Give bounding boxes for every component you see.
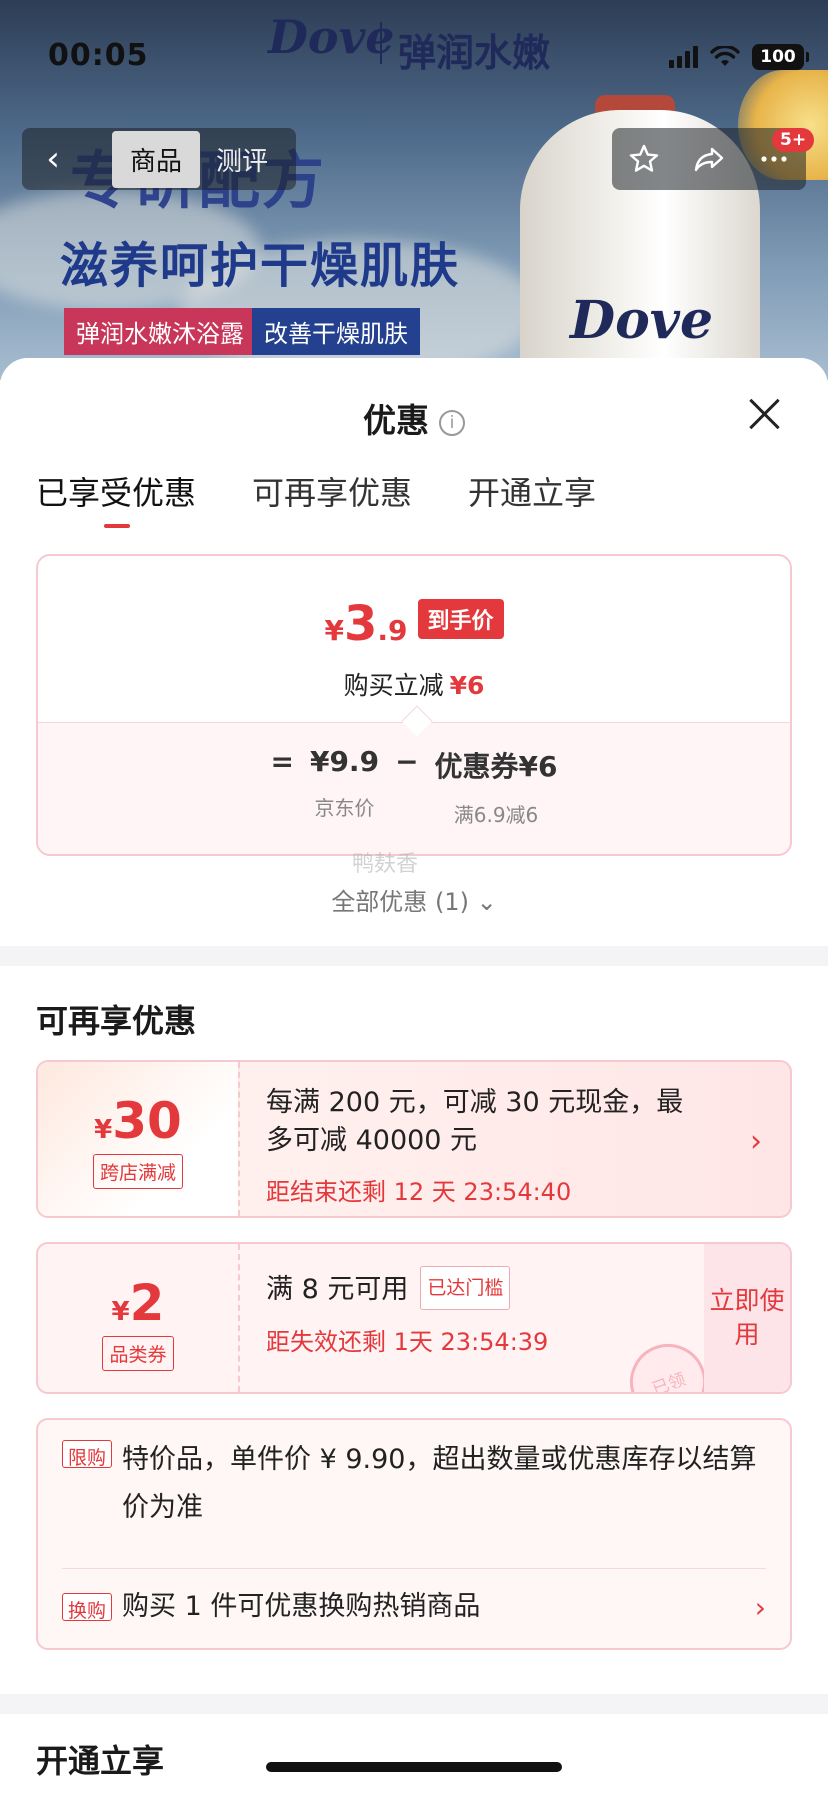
trade-in-text: 购买 1 件可优惠换购热销商品 <box>122 1591 481 1622</box>
coupon-value: ¥2 品类券 <box>38 1244 240 1392</box>
tab-review[interactable]: 测评 <box>200 131 284 188</box>
tab-membership-offers[interactable]: 开通立享 <box>468 468 596 514</box>
trade-in-tag: 换购 <box>62 1593 113 1622</box>
sheet-title: 优惠 i <box>0 394 828 442</box>
more-offers-title: 可再享优惠 <box>36 1002 197 1040</box>
coupon-description: 满 8 元可用 <box>266 1274 409 1305</box>
trade-in-row[interactable]: 换购 购买 1 件可优惠换购热销商品 › <box>62 1568 766 1631</box>
ad-tag: 改善干燥肌肤 <box>252 308 420 355</box>
signal-icon <box>669 46 698 68</box>
bottle-logo: Dove <box>570 290 714 351</box>
brand-divider <box>380 22 382 64</box>
price-formula: = ¥9.9 京东价 − 优惠券¥6 满6.9减6 <box>38 745 790 828</box>
battery-icon: 100 <box>752 44 809 70</box>
jd-price-label: 京东价 <box>314 796 375 820</box>
final-price: ¥3.9 到手价 <box>38 596 790 652</box>
limit-row: 限购 特价品，单件价 ¥ 9.90，超出数量或优惠库存以结算价为准 <box>62 1436 766 1532</box>
coupon-currency: ¥ <box>94 1115 113 1145</box>
coupon-type-tag: 品类券 <box>102 1336 174 1371</box>
membership-offers-title: 开通立享 <box>36 1742 165 1780</box>
membership-offers-section: 开通立享 <box>0 1714 828 1793</box>
offers-sheet: 优惠 i 已享受优惠 可再享优惠 开通立享 ¥3.9 到手价 购买立减 ¥6 = ¥9… <box>0 358 828 1793</box>
more-offers-section: 可再享优惠 ¥30 跨店满减 每满 200 元，可减 30 元现金，最多可减 4… <box>0 966 828 1694</box>
coupon-value: ¥30 跨店满减 <box>38 1062 240 1216</box>
ad-tag: 弹润水嫩沐浴露 <box>64 308 256 355</box>
chevron-down-icon: ⌄ <box>476 888 497 916</box>
category-coupon: ¥2 品类券 满 8 元可用 已达门槛 距失效还剩 1天 23:54:39 已领 … <box>36 1242 792 1394</box>
minus-sign: − <box>395 745 419 778</box>
coupon-details: 每满 200 元，可减 30 元现金，最多可减 40000 元 距结束还剩 12… <box>266 1084 710 1207</box>
favorite-star-icon[interactable] <box>627 142 661 176</box>
watermark: 鸭麸香 <box>352 852 419 877</box>
price-breakdown: = ¥9.9 京东价 − 优惠券¥6 满6.9减6 <box>38 722 790 854</box>
status-time: 00:05 <box>48 38 149 73</box>
coupon-amount: 2 <box>129 1274 165 1332</box>
coupon-amount: 优惠券¥6 <box>434 750 558 783</box>
wifi-icon <box>710 44 740 68</box>
close-button[interactable] <box>744 394 784 434</box>
ad-tagline: 滋养呵护干燥肌肤 <box>60 238 461 294</box>
limit-text: 特价品，单件价 ¥ 9.90，超出数量或优惠库存以结算价为准 <box>122 1444 757 1523</box>
coupon-details: 满 8 元可用 已达门槛 距失效还剩 1天 23:54:39 <box>266 1266 710 1357</box>
jd-price: ¥9.9 <box>309 745 380 778</box>
chevron-right-icon: › <box>754 1590 766 1624</box>
status-icons: 100 <box>669 44 809 70</box>
jd-price-col: ¥9.9 京东价 <box>310 745 379 821</box>
limit-tag: 限购 <box>62 1440 113 1469</box>
brand-logo: Dove <box>268 10 395 64</box>
coupon-currency: ¥ <box>111 1297 130 1327</box>
saving-label: 购买立减 <box>343 671 444 700</box>
final-price-badge: 到手价 <box>417 599 504 639</box>
cross-store-coupon[interactable]: ¥30 跨店满减 每满 200 元，可减 30 元现金，最多可减 40000 元… <box>36 1060 792 1218</box>
back-icon[interactable]: ‹ <box>22 128 84 190</box>
offer-tabs: 已享受优惠 可再享优惠 开通立享 <box>36 468 596 528</box>
info-icon[interactable]: i <box>439 410 465 436</box>
final-price-card: ¥3.9 到手价 购买立减 ¥6 = ¥9.9 京东价 − 优惠券¥6 满6.9减6 <box>36 554 792 856</box>
chevron-right-icon: › <box>750 1124 762 1159</box>
currency-symbol: ¥ <box>324 614 344 647</box>
tab-product[interactable]: 商品 <box>112 130 201 188</box>
purchase-limits-card: 限购 特价品，单件价 ¥ 9.90，超出数量或优惠库存以结算价为准 换购 购买 … <box>36 1418 792 1650</box>
message-badge: 5+ <box>772 128 815 152</box>
coupon-rule: 满6.9减6 <box>453 803 539 827</box>
all-offers-toggle[interactable]: 全部优惠 (1) ⌄ <box>0 882 828 917</box>
home-indicator[interactable] <box>266 1762 562 1772</box>
coupon-col: 优惠券¥6 满6.9减6 <box>435 745 558 828</box>
use-now-button[interactable]: 立即使用 <box>704 1244 790 1392</box>
saving-value: ¥6 <box>449 671 485 700</box>
coupon-amount: 30 <box>112 1092 182 1150</box>
current-offers-panel: 优惠 i 已享受优惠 可再享优惠 开通立享 ¥3.9 到手价 购买立减 ¥6 = ¥9… <box>0 358 828 946</box>
all-offers-label: 全部优惠 (1) <box>331 888 469 916</box>
brand-subtitle: 弹润水嫩 <box>398 31 551 75</box>
coupon-countdown: 距结束还剩 12 天 23:54:40 <box>266 1178 572 1206</box>
equals-sign: = <box>270 745 294 778</box>
price-integer: 3 <box>343 596 378 652</box>
coupon-type-tag: 跨店满减 <box>92 1154 183 1189</box>
tab-more-offers[interactable]: 可再享优惠 <box>252 468 412 514</box>
sheet-title-text: 优惠 <box>363 401 429 440</box>
coupon-description: 每满 200 元，可减 30 元现金，最多可减 40000 元 <box>266 1087 684 1156</box>
nav-tabs: ‹ 商品 测评 <box>22 128 297 190</box>
saving-line: 购买立减 ¥6 <box>38 666 790 702</box>
price-decimal: .9 <box>377 614 408 647</box>
tab-enjoyed-offers[interactable]: 已享受优惠 <box>36 468 196 528</box>
share-icon[interactable] <box>692 142 726 176</box>
threshold-reached-badge: 已达门槛 <box>420 1266 511 1310</box>
